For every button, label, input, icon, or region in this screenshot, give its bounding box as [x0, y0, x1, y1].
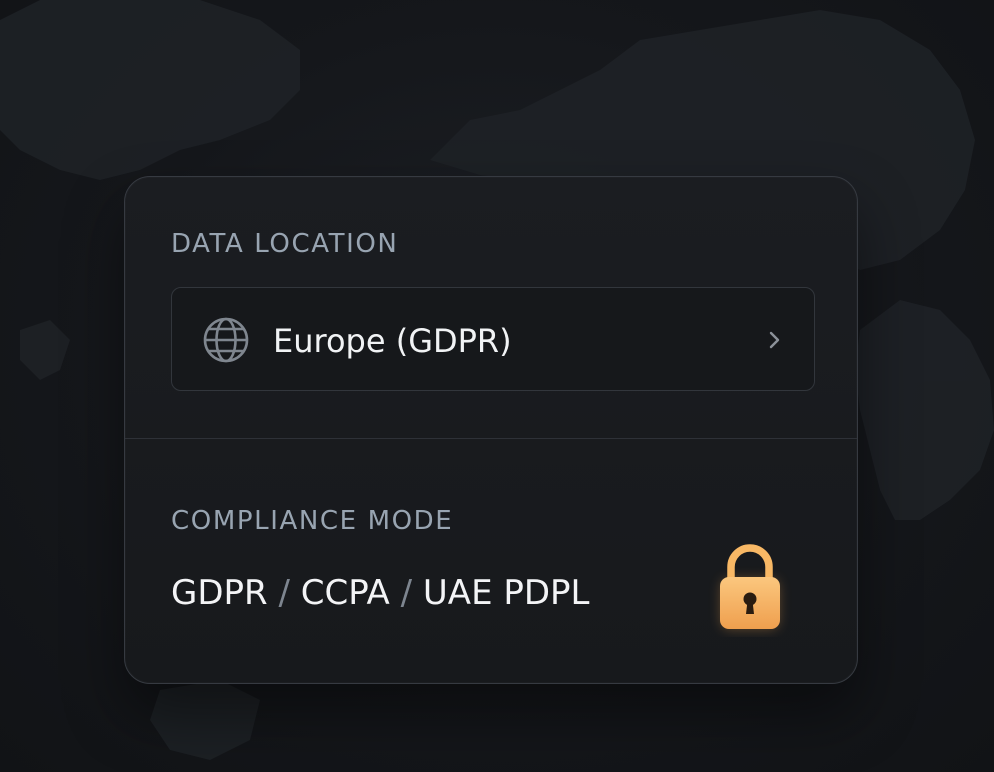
- data-settings-card: DATA LOCATION Europe (GDPR) COMPLIANCE M…: [124, 176, 858, 684]
- lock-icon: [720, 544, 780, 629]
- chevron-right-icon: [769, 331, 780, 349]
- data-location-select[interactable]: Europe (GDPR): [171, 287, 815, 391]
- compliance-mode-separator: /: [278, 573, 290, 613]
- compliance-mode-separator: /: [400, 573, 413, 613]
- compliance-mode-item: GDPR: [171, 573, 268, 613]
- section-divider: [125, 438, 857, 439]
- selected-region-value: Europe (GDPR): [273, 322, 512, 360]
- compliance-mode-item: UAE PDPL: [422, 573, 590, 613]
- globe-icon: [203, 317, 249, 363]
- compliance-mode-item: CCPA: [300, 573, 390, 613]
- compliance-mode-value: GDPR / CCPA / UAE PDPL: [171, 573, 590, 614]
- compliance-mode-label: COMPLIANCE MODE: [171, 506, 454, 536]
- data-location-label: DATA LOCATION: [171, 229, 399, 259]
